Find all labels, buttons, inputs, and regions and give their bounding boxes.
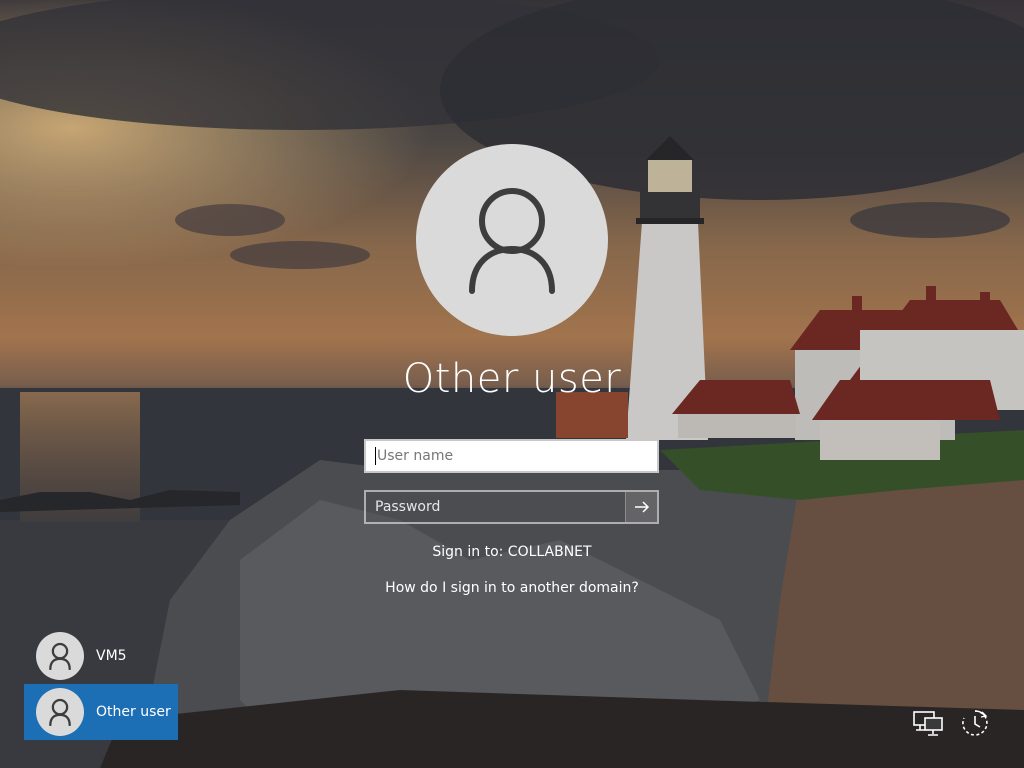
- network-icon: [913, 711, 943, 736]
- account-avatar: [416, 144, 608, 336]
- user-tile-label: VM5: [96, 648, 127, 664]
- arrow-right-icon: [634, 501, 649, 513]
- login-screen: Other user User name Password Sign in to…: [0, 0, 1024, 768]
- ease-of-access-icon: [962, 710, 988, 736]
- username-input[interactable]: User name: [364, 439, 659, 473]
- text-cursor: [375, 447, 376, 465]
- sign-in-domain-text: Sign in to: COLLABNET: [432, 544, 592, 560]
- user-silhouette-icon: [49, 698, 71, 726]
- user-tile-other-user[interactable]: Other user: [24, 684, 178, 740]
- account-name: Other user: [402, 356, 622, 402]
- user-tile-label: Other user: [96, 704, 171, 720]
- user-tile-vm5[interactable]: VM5: [24, 628, 178, 684]
- user-silhouette-icon: [469, 188, 555, 294]
- user-avatar: [36, 632, 84, 680]
- password-placeholder: Password: [375, 499, 441, 515]
- password-input[interactable]: Password: [364, 490, 659, 524]
- username-placeholder: User name: [377, 448, 454, 464]
- user-silhouette-icon: [49, 642, 71, 670]
- user-avatar: [36, 688, 84, 736]
- network-button[interactable]: [911, 707, 945, 739]
- submit-button[interactable]: [625, 492, 657, 522]
- domain-help-link[interactable]: How do I sign in to another domain?: [312, 580, 712, 596]
- ease-of-access-button[interactable]: [958, 707, 992, 739]
